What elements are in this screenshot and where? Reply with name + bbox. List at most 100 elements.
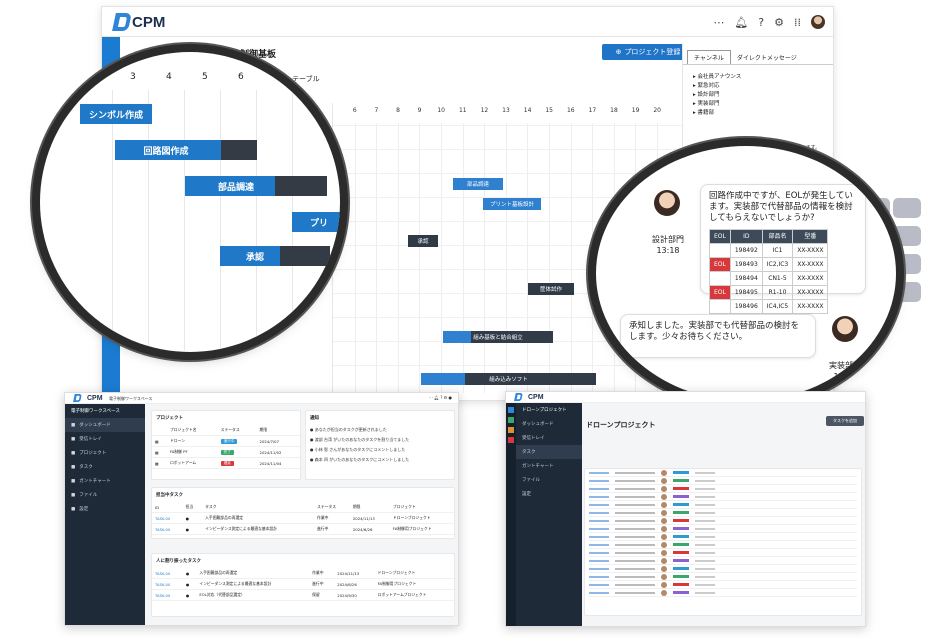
table-row[interactable]: TASK-00 ● 入手困難部品の再選定 作業中 2024/11/13 ドローンプロジェク… <box>152 512 454 524</box>
logo-icon <box>514 393 518 397</box>
add-task-button[interactable]: タスクを追加 <box>826 416 864 426</box>
table-row[interactable] <box>589 501 857 509</box>
list-item[interactable]: ● 渡部 台湾 がいたのあなたのタスクを割り当てました <box>310 435 450 445</box>
gantt-bar[interactable]: 筐体試作 <box>528 283 574 295</box>
day-label: 11 <box>458 107 467 114</box>
table-row[interactable]: ▦ ロボットアーム 遅延 2024/11/04 <box>152 457 300 469</box>
grid-line <box>527 123 529 393</box>
help-icon[interactable]: ? <box>758 16 764 29</box>
avatar[interactable] <box>811 15 825 29</box>
table-row[interactable] <box>589 477 857 485</box>
channel-item[interactable]: ▸ 会社員アナウンス <box>693 73 741 82</box>
table-row[interactable] <box>589 533 857 541</box>
list-item[interactable]: ● 小林 智 さんがあなたのタスクにコメントしました <box>310 445 450 455</box>
table-row[interactable] <box>589 573 857 581</box>
day-label: 7 <box>374 107 379 114</box>
project-register-button[interactable]: ⊕ プロジェクト登録 <box>602 44 694 60</box>
day-label: 17 <box>588 107 597 114</box>
table-row[interactable] <box>589 469 857 477</box>
table-row[interactable]: TASK-00 ● インピーダンス測定による最適な基本設計 進行中 2024/6/26 F… <box>152 523 454 535</box>
channel-item[interactable]: ▸ 書籍部 <box>693 109 741 118</box>
day-label: 13 <box>502 107 510 114</box>
toolbar-icons[interactable]: ⋯ 🔔︎ ? ⚙ ● <box>429 395 452 400</box>
gantt-bar[interactable]: プリ <box>292 212 340 232</box>
top-bar: CPM ⋯ 🔔︎ ? ⚙ ⁞⁞ <box>102 7 833 37</box>
day-label: 7 <box>274 72 280 82</box>
chat-reply: 承知しました。実装部でも代替部品の検討をします。少々お待ちください。 <box>620 314 816 358</box>
table-row[interactable] <box>589 581 857 589</box>
gantt-bar[interactable]: 承認 <box>220 246 330 266</box>
channel-item[interactable]: ▸ 設計部門 <box>693 91 741 100</box>
decor-square <box>893 226 921 246</box>
sidebar-item-dashboard[interactable]: ダッシュボード <box>516 417 582 431</box>
sidebar-item-dashboard[interactable]: ■ ダッシュボード <box>65 418 145 432</box>
day-label: 20 <box>653 107 661 114</box>
sidebar-item-gantt[interactable]: ガントチャート <box>516 459 582 473</box>
sidebar-item-project[interactable]: ■ プロジェクト <box>65 446 145 460</box>
table-row[interactable] <box>589 509 857 517</box>
table-row[interactable] <box>589 485 857 493</box>
day-label: 6 <box>238 72 244 82</box>
channel-item[interactable]: ▸ 緊急対応 <box>693 82 741 91</box>
day-label: 10 <box>437 107 445 114</box>
tab-direct-message[interactable]: ダイレクトメッセージ <box>731 51 803 64</box>
bell-icon[interactable]: 🔔︎ <box>734 16 748 29</box>
table-row[interactable] <box>589 589 857 597</box>
grid-line <box>570 123 572 393</box>
tasks-card: 担当中タスク ID 担当 タスク ステータス 期限 プロジェクト TASK-00 ● 入手困難部… <box>151 487 455 539</box>
more-icon[interactable]: ⋯ <box>713 16 724 29</box>
gantt-magnifier: 2 3 4 5 6 7 シンボル作成 回路図作成 部品調達 プリ 承認 <box>40 52 340 352</box>
gantt-bar[interactable]: シンボル作成 <box>80 104 152 124</box>
gantt-bar[interactable]: 回路図作成 <box>115 140 257 160</box>
table-row[interactable]: TASK-00 ● EOL対応（代替部品選定） 保留 2024/9/30 ロボットアームプ… <box>152 589 454 601</box>
grid-icon[interactable]: ⁞⁞ <box>794 16 801 29</box>
table-row[interactable] <box>589 549 857 557</box>
task-list-window: CPM ドローンプロジェクト ダッシュボード 受信トレイ タスク ガントチャート… <box>505 391 866 627</box>
assigned-card: 人に割り振ったタスク TASK-00 ● 入手困難部品の再選定 作業中 2024/11/… <box>151 553 455 617</box>
channel-item[interactable]: ▸ 実装部門 <box>693 100 741 109</box>
app-logo[interactable]: CPM <box>112 13 165 31</box>
table-row[interactable]: TASK-00 ● インピーダンス測定による最適な基本設計 進行中 2024/6/26 F… <box>152 578 454 590</box>
decor-square <box>893 254 921 274</box>
gantt-bar[interactable]: 組み込みソフト <box>421 373 596 385</box>
table-row[interactable]: TASK-00 ● 入手困難部品の再選定 作業中 2024/11/13 ドローンプロジェク… <box>152 568 454 579</box>
gear-icon[interactable]: ⚙ <box>774 16 784 29</box>
gantt-bar[interactable]: プリント基板設計 <box>483 198 541 210</box>
table-row[interactable] <box>589 565 857 573</box>
table-row[interactable] <box>589 557 857 565</box>
day-label: 12 <box>480 107 489 114</box>
day-label: 5 <box>202 72 208 82</box>
gantt-bar[interactable]: 部品調達 <box>185 176 327 196</box>
gantt-bar[interactable]: 組み基板と結合組立 <box>443 331 553 343</box>
day-label: 14 <box>523 107 532 114</box>
gantt-bar[interactable]: 部品調達 <box>453 178 503 190</box>
chat-magnifier: 設計部門 13:18 回路作成中ですが、EOLが発生しています。実装部で代替部品… <box>596 146 896 401</box>
table-row[interactable] <box>589 525 857 533</box>
sidebar-item-inbox[interactable]: 受信トレイ <box>516 431 582 445</box>
sent-time: 13:19 <box>833 372 857 381</box>
sidebar-item-settings[interactable]: 設定 <box>516 487 582 501</box>
table-row[interactable]: ▦ ドローン 進行中 2024/7/07 <box>152 435 300 447</box>
list-item[interactable]: ● あなたが担当のタスクが更新されました <box>310 425 450 435</box>
day-label: 18 <box>610 107 618 114</box>
sent-time: 13:18 <box>656 246 680 255</box>
sidebar-item-task[interactable]: タスク <box>516 445 582 459</box>
inbox-icon: ■ <box>71 436 76 442</box>
list-item[interactable]: ● 森本 四 がいたのあなたのタスクにコメントしました <box>310 455 450 465</box>
sidebar-item-settings[interactable]: ■ 設定 <box>65 502 145 516</box>
table-row[interactable] <box>589 493 857 501</box>
table-row[interactable] <box>589 517 857 525</box>
file-icon: ■ <box>71 492 76 498</box>
day-label: 9 <box>417 107 422 114</box>
table-row[interactable]: ▦ FA制御 PF 完了 2024/11/02 <box>152 446 300 458</box>
table-row[interactable] <box>589 541 857 549</box>
sidebar-item-file[interactable]: ファイル <box>516 473 582 487</box>
sidebar-item-gantt[interactable]: ■ ガントチャート <box>65 474 145 488</box>
grid-line <box>397 123 399 393</box>
gear-icon: ■ <box>71 506 76 512</box>
gantt-bar[interactable]: 承認 <box>408 235 438 247</box>
sidebar-item-file[interactable]: ■ ファイル <box>65 488 145 502</box>
sidebar-item-inbox[interactable]: ■ 受信トレイ <box>65 432 145 446</box>
tab-channel[interactable]: チャンネル <box>687 50 731 64</box>
sidebar-item-task[interactable]: ■ タスク <box>65 460 145 474</box>
